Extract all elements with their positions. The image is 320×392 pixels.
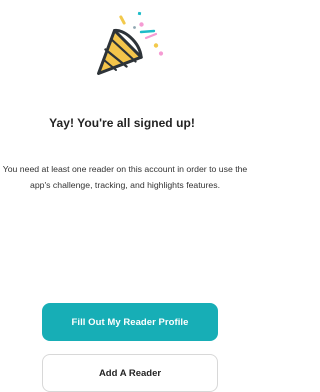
add-reader-button[interactable]: Add A Reader (42, 354, 218, 392)
party-popper-icon (94, 8, 166, 82)
fill-out-reader-profile-button[interactable]: Fill Out My Reader Profile (42, 303, 218, 341)
reader-requirement-message: You need at least one reader on this acc… (2, 164, 248, 190)
signup-success-heading: Yay! You're all signed up! (49, 116, 195, 130)
signup-success-screen: Yay! You're all signed up! You need at l… (0, 0, 247, 392)
